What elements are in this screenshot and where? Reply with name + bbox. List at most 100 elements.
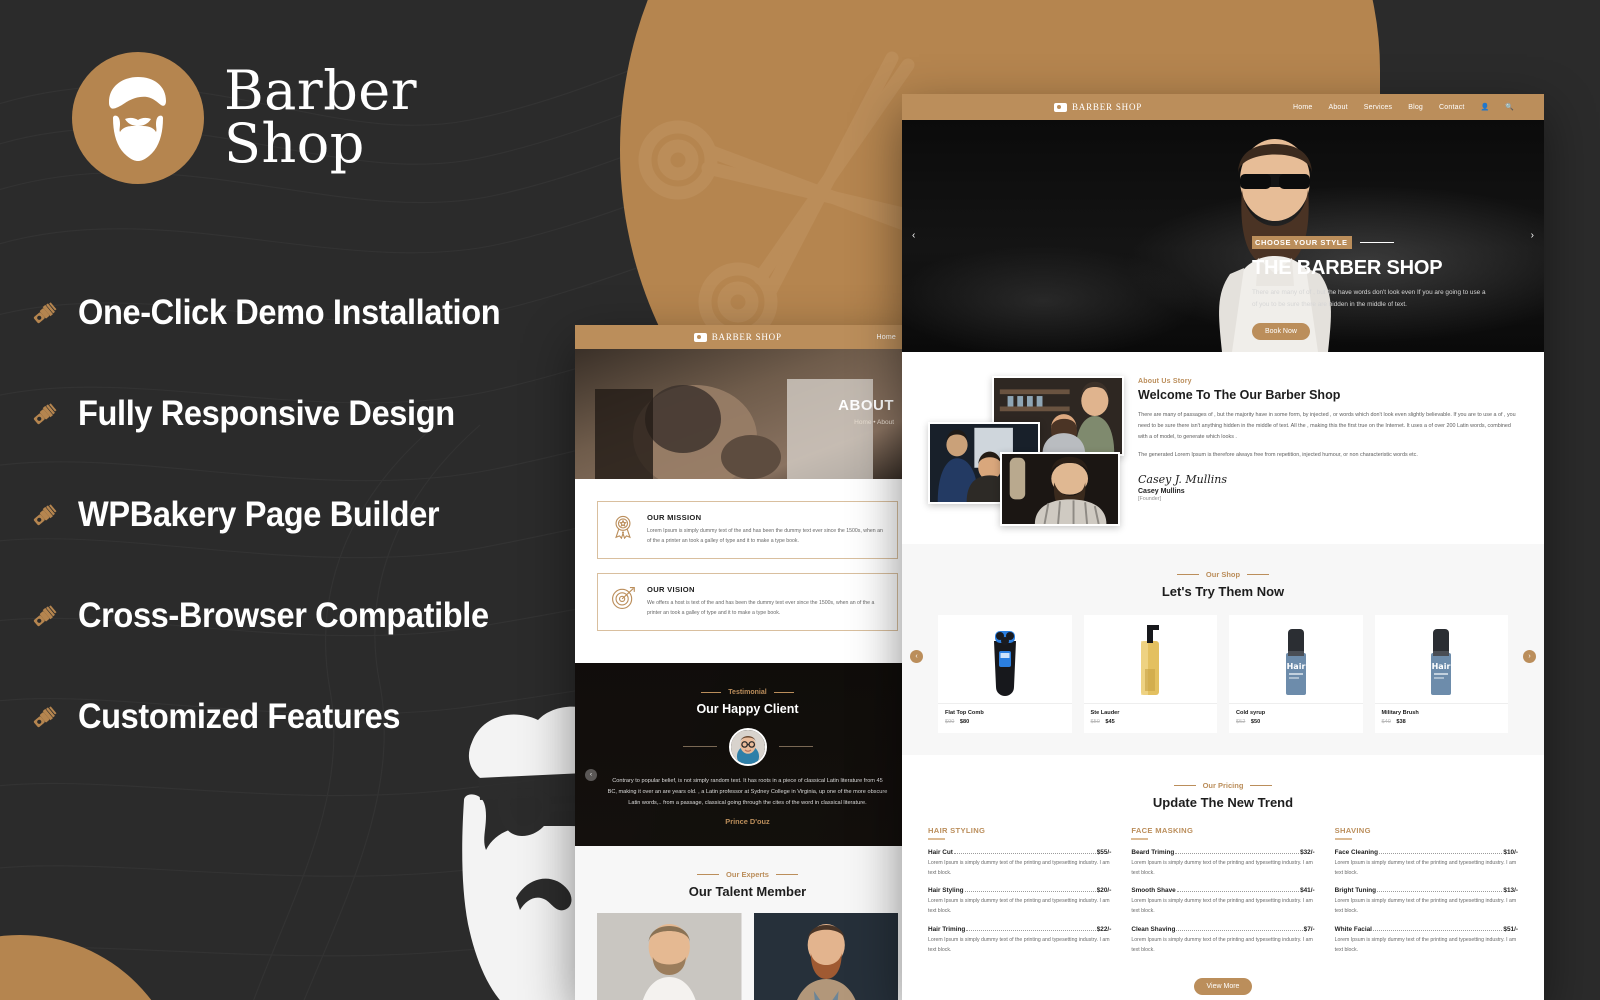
price-new: $50 <box>1250 719 1261 725</box>
about-hero-title: ABOUT <box>838 397 894 414</box>
divider <box>928 838 945 840</box>
feature-label: WPBakery Page Builder <box>78 494 440 534</box>
product-card[interactable]: Hair Military Brush $40 $38 <box>1374 615 1508 733</box>
page-title: Barber Shop <box>224 64 417 175</box>
service-price: $10/- <box>1503 849 1518 856</box>
service-desc: Lorem Ipsum is simply dummy text of the … <box>928 936 1110 953</box>
feature-item: WPBakery Page Builder <box>30 464 590 565</box>
hero-copy: CHOOSE YOUR STYLE THE BARBER SHOP There … <box>1252 236 1492 340</box>
vision-card: OUR VISION We offers a host is text of t… <box>597 572 898 631</box>
service-name: Clean Shaving <box>1131 925 1176 933</box>
hero-prev-button[interactable]: ‹ <box>912 231 915 241</box>
about-page-mockup[interactable]: BARBER SHOP Home ABOUT Home • About OUR … <box>575 325 920 1000</box>
hero-text: There are many of of , but the have word… <box>1252 289 1486 309</box>
service-name: Hair Triming <box>928 925 966 933</box>
product-name: Flat Top Comb <box>945 710 984 716</box>
pricing-column: SHAVING Face Cleaning $10/- Lorem Ipsum … <box>1334 826 1518 955</box>
service-price: $13/- <box>1503 887 1518 895</box>
divider <box>1334 838 1352 840</box>
divider <box>1359 241 1394 244</box>
pricing-eyebrow: Our Pricing <box>1174 781 1273 790</box>
vision-text: We offers a host is text of the and has … <box>647 599 875 617</box>
brand-name-line2: Shop <box>224 112 365 175</box>
shop-prev-button[interactable]: ‹ <box>910 649 923 663</box>
service-desc: Lorem Ipsum is simply dummy text of the … <box>928 860 1110 877</box>
shop-next-button[interactable]: › <box>1523 649 1536 663</box>
home-page-mockup[interactable]: BARBER SHOP Home About Services Blog Con… <box>902 94 1544 1000</box>
about-image-collage <box>928 376 1124 526</box>
electric-shaver-image <box>993 631 1016 696</box>
price-item: Face Cleaning $10/- Lorem Ipsum is simpl… <box>1335 849 1518 878</box>
product-card[interactable]: Ste Lauder $50 $45 <box>1083 615 1217 733</box>
product-meta: Flat Top Comb $90 $80 <box>938 703 1072 733</box>
service-desc: Lorem Ipsum is simply dummy text of the … <box>1334 898 1517 915</box>
product-card[interactable]: Hair Cold syrup $52 $50 <box>1229 615 1363 733</box>
service-desc: Lorem Ipsum is simply dummy text of the … <box>928 898 1110 915</box>
service-name: Beard Triming <box>1131 849 1175 856</box>
nav-link-services[interactable]: Services <box>1364 104 1392 111</box>
dot-leader <box>966 929 1096 931</box>
view-more-button[interactable]: View More <box>1193 977 1253 995</box>
hero-next-button[interactable]: › <box>1531 231 1534 241</box>
divider <box>778 746 813 748</box>
product-price: $52 $50 <box>1236 719 1356 725</box>
service-price: $32/- <box>1300 849 1315 856</box>
razor-icon <box>33 301 57 323</box>
breadcrumb[interactable]: Home • About <box>854 419 894 426</box>
about-nav-logo[interactable]: BARBER SHOP <box>693 332 782 342</box>
team-member-card[interactable] <box>597 913 742 1000</box>
about-eyebrow: About Us Story <box>1138 378 1192 385</box>
shop-title: Let's Try Them Now <box>1161 584 1285 599</box>
svg-text:Hair: Hair <box>1432 662 1451 671</box>
service-name: Smooth Shave <box>1131 887 1176 895</box>
about-nav-link-home[interactable]: Home <box>877 334 896 341</box>
mission-title: OUR MISSION <box>647 513 702 522</box>
price-line: Hair Cut $55/- <box>928 849 1111 856</box>
price-item: Clean Shaving $7/- Lorem Ipsum is simply… <box>1131 926 1314 955</box>
about-hero-photo <box>575 349 920 479</box>
team-member-photo-1 <box>597 913 742 1000</box>
book-now-button[interactable]: Book Now <box>1252 322 1310 340</box>
collage-image-3 <box>1000 452 1120 526</box>
razor-icon <box>33 402 57 424</box>
service-price: $20/- <box>1096 887 1112 895</box>
feature-label: Customized Features <box>78 696 401 736</box>
nav-link-about[interactable]: About <box>1328 104 1347 111</box>
service-name: Hair Styling <box>928 887 964 895</box>
team-member-card[interactable] <box>753 913 898 1000</box>
testimonial-prev-button[interactable]: ‹ <box>585 769 597 782</box>
testimonial-author: Prince D'ouz <box>725 817 770 827</box>
product-card[interactable]: Flat Top Comb $90 $80 <box>938 615 1072 733</box>
nav-link-contact[interactable]: Contact <box>1439 104 1465 111</box>
pricing-category: HAIR STYLING <box>928 826 986 835</box>
svg-text:Hair: Hair <box>1286 662 1305 671</box>
nav-link-home[interactable]: Home <box>1293 104 1312 111</box>
service-name: Bright Tuning <box>1334 887 1377 895</box>
home-nav-logo[interactable]: BARBER SHOP <box>1054 102 1142 112</box>
about-nav-logo-text: BARBER SHOP <box>711 332 782 342</box>
product-price: $50 $45 <box>1091 719 1211 725</box>
home-site-nav[interactable]: BARBER SHOP Home About Services Blog Con… <box>902 94 1544 120</box>
hero-title: THE BARBER SHOP <box>1252 257 1443 279</box>
razor-icon <box>33 503 57 525</box>
dot-leader <box>1377 891 1503 893</box>
founder-role: [Founder] <box>1138 496 1162 503</box>
testimonial-section: Testimonial Our Happy Client Contrary to… <box>575 663 920 847</box>
service-price: $41/- <box>1300 887 1315 895</box>
about-site-nav[interactable]: BARBER SHOP Home <box>575 325 920 349</box>
nav-link-blog[interactable]: Blog <box>1408 104 1423 111</box>
pricing-title: Update The New Trend <box>1152 795 1294 810</box>
price-new: $80 <box>959 719 970 725</box>
testimonial-title: Our Happy Client <box>696 701 799 716</box>
marketing-panel: Barber Shop One-Click Demo Installation <box>0 0 694 1000</box>
testimonial-heading: Testimonial Our Happy Client <box>595 680 900 716</box>
mission-vision-section: OUR MISSION Lorem Ipsum is simply dummy … <box>575 479 920 663</box>
price-line: Bright Tuning $13/- <box>1335 887 1518 894</box>
user-icon[interactable]: 👤 <box>1481 103 1490 111</box>
team-member-photo-2 <box>753 913 898 1000</box>
pricing-columns: HAIR STYLING Hair Cut $55/- Lorem Ipsum … <box>928 826 1518 955</box>
search-icon[interactable]: 🔍 <box>1505 103 1514 111</box>
pricing-column: FACE MASKING Beard Triming $32/- Lorem I… <box>1131 826 1315 955</box>
product-thumbnail <box>938 615 1072 703</box>
mission-text: Lorem Ipsum is simply dummy text of the … <box>647 528 883 545</box>
